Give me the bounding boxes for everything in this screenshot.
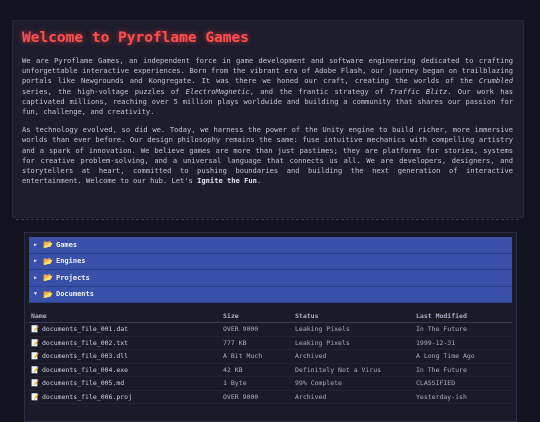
- p2-strong-ignite: Ignite the Fun: [197, 176, 257, 186]
- p1-em-electromagnetic: ElectroMagnetic: [185, 86, 250, 96]
- file-status: Leaking Pixels: [293, 322, 414, 337]
- file-name-cell: 📝 documents_file_002.txt: [29, 336, 221, 350]
- file-name-cell: 📝 documents_file_001.dat: [29, 322, 221, 337]
- p1-text-c: , and the frantic strategy of: [249, 86, 390, 96]
- document-icon: 📝: [31, 392, 40, 401]
- p2-text-b: .: [256, 176, 262, 186]
- document-icon: 📝: [31, 379, 40, 388]
- table-row[interactable]: 📝 documents_file_002.txt 777 KB Leaking P…: [29, 336, 512, 350]
- file-status: 99% Complete: [293, 376, 414, 391]
- column-header-size[interactable]: Size: [221, 309, 293, 323]
- column-header-name[interactable]: Name: [29, 309, 221, 323]
- folder-engines[interactable]: ▶ 📂 Engines: [29, 253, 512, 270]
- file-name-cell: 📝 documents_file_003.dll: [29, 349, 221, 364]
- file-modified: CLASSIFIED: [414, 376, 512, 391]
- file-modified: In The Future: [414, 363, 512, 377]
- documents-table: Name Size Status Last Modified 📝 document…: [29, 309, 512, 404]
- file-size: A Bit Much: [221, 349, 293, 364]
- folder-projects[interactable]: ▶ 📂 Projects: [29, 270, 512, 287]
- file-modified: 1999-12-31: [414, 336, 512, 350]
- folder-open-icon: 📂: [43, 289, 53, 299]
- chevron-right-icon: ▶: [34, 274, 38, 281]
- file-name: documents_file_005.md: [42, 379, 125, 388]
- file-name: documents_file_004.exe: [42, 365, 129, 374]
- folder-icon: 📂: [43, 273, 53, 283]
- file-size: 42 KB: [221, 363, 293, 377]
- file-size: 1 Byte: [221, 376, 293, 391]
- p1-text-b: series, the high-voltage puzzles of: [22, 86, 186, 96]
- chevron-right-icon: ▶: [34, 241, 38, 248]
- file-name: documents_file_001.dat: [42, 325, 129, 334]
- folder-label: Projects: [56, 273, 90, 282]
- page-title: Welcome to Pyroflame Games: [22, 30, 249, 46]
- table-header-row: Name Size Status Last Modified: [29, 309, 512, 323]
- intro-panel: Welcome to Pyroflame Games We are Pyrofl…: [12, 20, 524, 218]
- folder-documents[interactable]: ▼ 📂 Documents: [29, 286, 512, 303]
- file-name: documents_file_002.txt: [42, 338, 129, 347]
- file-status: Archived: [293, 349, 414, 364]
- document-icon: 📝: [31, 338, 40, 347]
- intro-paragraph-1: We are Pyroflame Games, an independent f…: [22, 56, 513, 117]
- document-icon: 📝: [31, 325, 40, 334]
- file-name: documents_file_003.dll: [42, 352, 129, 361]
- p1-text-a: We are Pyroflame Games, an independent f…: [22, 56, 513, 86]
- chevron-down-icon: ▼: [34, 291, 38, 298]
- column-header-status[interactable]: Status: [293, 309, 414, 323]
- document-icon: 📝: [31, 352, 40, 361]
- file-size: 777 KB: [221, 336, 293, 350]
- table-row[interactable]: 📝 documents_file_003.dll A Bit Much Archi…: [29, 349, 512, 364]
- file-size: OVER 9000: [221, 390, 293, 404]
- file-name-cell: 📝 documents_file_005.md: [29, 376, 221, 391]
- file-name-cell: 📝 documents_file_004.exe: [29, 363, 221, 377]
- file-browser: ▶ 📂 Games ▶ 📂 Engines ▶ 📂 Projects ▼ 📂 D…: [24, 232, 517, 422]
- folder-label: Documents: [56, 290, 94, 299]
- folder-games[interactable]: ▶ 📂 Games: [29, 237, 512, 254]
- table-row[interactable]: 📝 documents_file_004.exe 42 KB Definitely…: [29, 363, 512, 377]
- file-status: Archived: [293, 390, 414, 404]
- folder-label: Games: [56, 240, 78, 249]
- table-row[interactable]: 📝 documents_file_006.proj OVER 9000 Archi…: [29, 390, 512, 404]
- p1-em-crumbled: Crumbled: [478, 76, 513, 86]
- intro-paragraph-2: As technology evolved, so did we. Today,…: [22, 125, 513, 186]
- folder-label: Engines: [56, 257, 86, 266]
- file-status: Definitely Not a Virus: [293, 363, 414, 377]
- table-row[interactable]: 📝 documents_file_005.md 1 Byte 99% Comple…: [29, 376, 512, 391]
- table-row[interactable]: 📝 documents_file_001.dat OVER 9000 Leakin…: [29, 322, 512, 337]
- file-size: OVER 9000: [221, 322, 293, 337]
- file-modified: In The Future: [414, 322, 512, 337]
- document-icon: 📝: [31, 365, 40, 374]
- folder-icon: 📂: [43, 240, 53, 250]
- file-name-cell: 📝 documents_file_006.proj: [29, 390, 221, 404]
- folder-icon: 📂: [43, 256, 53, 266]
- column-header-modified[interactable]: Last Modified: [414, 309, 512, 323]
- file-name: documents_file_006.proj: [42, 392, 133, 401]
- section-divider: [16, 219, 519, 220]
- file-status: Leaking Pixels: [293, 336, 414, 350]
- page: Welcome to Pyroflame Games We are Pyrofl…: [0, 0, 540, 422]
- file-modified: Yesterday-ish: [414, 390, 512, 404]
- chevron-right-icon: ▶: [34, 258, 38, 265]
- p1-em-traffic-blitz: Traffic Blitz: [389, 86, 448, 96]
- p2-text-a: As technology evolved, so did we. Today,…: [22, 125, 513, 186]
- file-modified: A Long Time Ago: [414, 349, 512, 364]
